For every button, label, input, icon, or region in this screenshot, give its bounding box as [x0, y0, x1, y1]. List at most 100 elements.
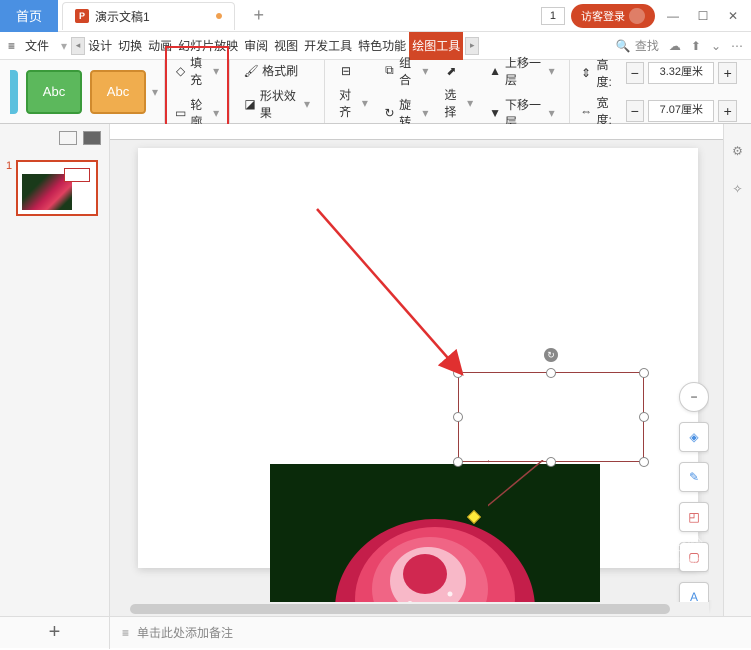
resize-handle-se[interactable]	[639, 457, 649, 467]
width-label: 宽度:	[597, 94, 622, 128]
select-label: 选择	[444, 86, 463, 120]
height-decrease-button[interactable]: −	[626, 62, 645, 84]
star-rail-icon[interactable]: ✧	[732, 182, 742, 196]
pen-icon: ✎	[689, 470, 699, 484]
nav-next-button[interactable]: ▸	[465, 37, 479, 55]
width-decrease-button[interactable]: −	[626, 100, 645, 122]
outline-view-toggle[interactable]	[59, 131, 77, 145]
document-tab-label: 演示文稿1	[95, 8, 150, 25]
fill-button[interactable]: ◇ 填充 ▾	[171, 52, 223, 90]
unsaved-dot-icon	[216, 13, 222, 19]
format-painter-button[interactable]: 🖌 格式刷	[240, 60, 314, 81]
group-icon: ⧉	[384, 64, 395, 78]
shape-style-orange[interactable]: Abc	[90, 70, 146, 114]
frame-icon: ▢	[688, 550, 699, 564]
height-label: 高度:	[597, 56, 622, 90]
send-backward-icon: ▼	[489, 106, 501, 120]
pen-tool-button[interactable]: ✎	[679, 462, 709, 492]
resize-handle-sw[interactable]	[453, 457, 463, 467]
collapse-tools-button[interactable]: −	[679, 382, 709, 412]
presentation-icon: P	[75, 9, 89, 23]
slide-thumbnail-1[interactable]: 1	[0, 152, 109, 224]
height-input[interactable]: 3.32厘米	[648, 62, 714, 84]
height-icon: ⇕	[580, 66, 593, 80]
tab-view[interactable]: 视图	[271, 32, 301, 60]
style-prev-peek[interactable]	[10, 70, 18, 114]
select-button[interactable]: 选择 ▾	[440, 84, 477, 122]
more-icon[interactable]: ⋯	[731, 39, 743, 53]
resize-handle-e[interactable]	[639, 412, 649, 422]
resize-handle-nw[interactable]	[453, 368, 463, 378]
vertical-scrollbar[interactable]	[709, 140, 723, 600]
align-icon-button[interactable]: ⊟	[335, 62, 372, 80]
width-icon: ⇔	[580, 104, 593, 118]
chevron-down-icon: ▾	[549, 106, 555, 120]
format-painter-label: 格式刷	[262, 62, 298, 79]
chevron-down-icon: ▾	[304, 97, 310, 111]
shape-style-group: Abc Abc ▾	[4, 60, 165, 123]
document-tab[interactable]: P 演示文稿1	[62, 2, 235, 30]
resize-handle-ne[interactable]	[639, 368, 649, 378]
horizontal-scrollbar[interactable]	[110, 602, 709, 616]
file-dropdown-icon[interactable]: ▾	[61, 39, 67, 53]
search-box[interactable]: 🔍 查找	[616, 37, 659, 54]
align-button[interactable]: 对齐 ▾	[335, 84, 372, 122]
slide-number: 1	[6, 160, 12, 216]
hamburger-icon[interactable]: ≡	[8, 39, 15, 53]
chevron-down-icon: ▾	[213, 106, 219, 120]
notes-area[interactable]: ≡ 单击此处添加备注	[110, 624, 751, 641]
rotate-icon: ↻	[384, 106, 395, 120]
width-increase-button[interactable]: +	[718, 100, 737, 122]
tab-review[interactable]: 审阅	[241, 32, 271, 60]
select-icon-button[interactable]: ⬈	[440, 62, 477, 80]
layers-tool-button[interactable]: ◈	[679, 422, 709, 452]
tab-design[interactable]: 设计	[85, 32, 115, 60]
style-more-icon[interactable]: ▾	[152, 85, 158, 99]
floating-tools: − ◈ ✎ ◰ ▢ A	[679, 382, 709, 612]
nav-prev-button[interactable]: ◂	[71, 37, 85, 55]
login-button[interactable]: 访客登录	[571, 4, 655, 28]
scroll-thumb[interactable]	[130, 604, 670, 614]
height-control: ⇕ 高度: − 3.32厘米 +	[580, 56, 737, 90]
frame-tool-button[interactable]: ▢	[679, 542, 709, 572]
crop-tool-button[interactable]: ◰	[679, 502, 709, 532]
callout-shape[interactable]	[458, 372, 644, 462]
thumbnail-view-toggle[interactable]	[83, 131, 101, 145]
add-slide-button[interactable]: +	[0, 617, 110, 649]
group-button[interactable]: ⧉ 组合 ▾	[380, 52, 433, 90]
tab-developer[interactable]: 开发工具	[301, 32, 355, 60]
canvas-area[interactable]: ↻ − ◈ ✎ ◰ ▢ A Baidu经验 jingyan.ba	[110, 124, 723, 616]
notes-icon: ≡	[122, 626, 129, 640]
resize-handle-n[interactable]	[546, 368, 556, 378]
align-label: 对齐	[339, 86, 358, 120]
settings-caret-icon[interactable]: ⌄	[711, 39, 721, 53]
home-tab[interactable]: 首页	[0, 0, 58, 32]
chevron-down-icon: ▾	[362, 96, 368, 110]
crop-icon: ◰	[688, 510, 699, 524]
thumb-callout	[64, 168, 90, 182]
slide-panel: 1	[0, 124, 110, 616]
rotate-handle[interactable]: ↻	[544, 348, 558, 362]
new-tab-button[interactable]: +	[245, 2, 273, 30]
width-input[interactable]: 7.07厘米	[648, 100, 714, 122]
bring-forward-button[interactable]: ▲ 上移一层 ▾	[485, 52, 559, 90]
minimize-button[interactable]: —	[661, 4, 685, 28]
close-button[interactable]: ✕	[721, 4, 745, 28]
notes-placeholder: 单击此处添加备注	[137, 624, 233, 641]
height-increase-button[interactable]: +	[718, 62, 737, 84]
callout-tail	[488, 460, 608, 530]
chevron-down-icon: ▾	[467, 96, 473, 110]
tab-transition[interactable]: 切换	[115, 32, 145, 60]
chevron-down-icon: ▾	[422, 106, 428, 120]
ribbon-toolbar: Abc Abc ▾ ◇ 填充 ▾ ▭ 轮廓 ▾ 🖌 格式刷 ◪ 形状效	[0, 60, 751, 124]
cloud-upload-icon[interactable]: ⬆	[691, 39, 701, 53]
page-indicator[interactable]: 1	[541, 7, 565, 25]
settings-rail-icon[interactable]: ⚙	[732, 144, 743, 158]
file-menu[interactable]: 文件	[21, 37, 53, 54]
resize-handle-w[interactable]	[453, 412, 463, 422]
maximize-button[interactable]: ☐	[691, 4, 715, 28]
shape-effect-button[interactable]: ◪ 形状效果 ▾	[240, 85, 314, 123]
shape-style-green[interactable]: Abc	[26, 70, 82, 114]
cloud-sync-icon[interactable]: ☁	[669, 39, 681, 53]
resize-handle-s[interactable]	[546, 457, 556, 467]
